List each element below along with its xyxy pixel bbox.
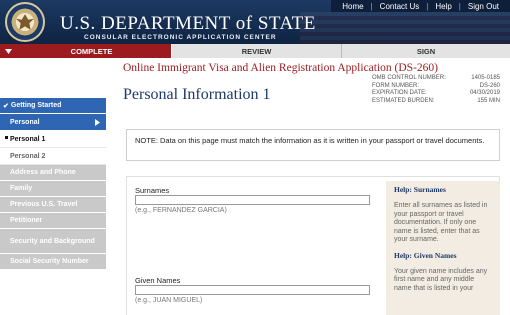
site-header: U.S. DEPARTMENT of STATE CONSULAR ELECTR… bbox=[0, 0, 510, 44]
application-progress: COMPLETE REVIEW SIGN bbox=[0, 44, 510, 58]
home-link[interactable]: Home bbox=[335, 2, 370, 11]
top-links: Home | Contact Us | Help | Sign Out bbox=[331, 0, 510, 12]
sidebar-item-personal-1[interactable]: Personal 1 bbox=[0, 131, 106, 148]
surnames-label: Surnames bbox=[135, 186, 170, 195]
form-title: Online Immigrant Visa and Alien Registra… bbox=[123, 62, 438, 74]
progress-step-complete[interactable]: COMPLETE bbox=[0, 44, 171, 58]
department-title: U.S. DEPARTMENT of STATE bbox=[60, 13, 316, 34]
sidebar-item-previous-travel[interactable]: Previous U.S. Travel bbox=[0, 197, 106, 213]
state-department-seal bbox=[5, 2, 45, 42]
sidebar-item-address-and-phone[interactable]: Address and Phone bbox=[0, 165, 106, 181]
help-link[interactable]: Help bbox=[428, 2, 458, 11]
surnames-hint: (e.g., FERNANDEZ GARCIA) bbox=[135, 207, 227, 214]
help-surnames-text: Enter all surnames as listed in your pas… bbox=[394, 202, 488, 243]
current-page-marker-icon bbox=[5, 136, 8, 139]
surnames-input[interactable] bbox=[135, 195, 370, 205]
checkmark-icon: ✔ bbox=[3, 102, 9, 110]
department-subtitle: CONSULAR ELECTRONIC APPLICATION CENTER bbox=[84, 34, 277, 41]
flag-banner bbox=[300, 12, 510, 44]
passport-note: NOTE: Data on this page must match the i… bbox=[126, 129, 500, 161]
help-panel: Help: Surnames Enter all surnames as lis… bbox=[386, 181, 500, 315]
sidebar-item-petitioner[interactable]: Petitioner bbox=[0, 213, 106, 229]
eagle-icon bbox=[16, 14, 34, 30]
triangle-down-icon bbox=[5, 48, 12, 54]
sign-out-link[interactable]: Sign Out bbox=[461, 2, 506, 11]
sidebar-item-getting-started[interactable]: ✔ Getting Started bbox=[0, 98, 106, 114]
triangle-right-icon bbox=[95, 118, 100, 126]
page-title: Personal Information 1 bbox=[123, 86, 271, 103]
help-surnames-title: Help: Surnames bbox=[394, 185, 446, 194]
help-given-names-text: Your given name includes any first name … bbox=[394, 267, 488, 292]
progress-step-sign[interactable]: SIGN bbox=[341, 44, 510, 58]
given-names-input[interactable] bbox=[135, 285, 370, 295]
given-names-hint: (e.g., JUAN MIGUEL) bbox=[135, 297, 203, 304]
sidebar-item-personal-2[interactable]: Personal 2 bbox=[0, 148, 106, 165]
given-names-label: Given Names bbox=[135, 276, 181, 285]
sidebar-item-social-security-number[interactable]: Social Security Number bbox=[0, 254, 106, 270]
sidebar-item-family[interactable]: Family bbox=[0, 181, 106, 197]
progress-step-review[interactable]: REVIEW bbox=[171, 44, 341, 58]
omb-info: OMB CONTROL NUMBER: 1405-0185 FORM NUMBER… bbox=[372, 75, 500, 104]
section-sidebar: ✔ Getting Started Personal Personal 1 Pe… bbox=[0, 98, 106, 270]
sidebar-item-security-background[interactable]: Security and Background bbox=[0, 229, 106, 254]
sidebar-item-personal[interactable]: Personal bbox=[0, 114, 106, 131]
help-given-names-title: Help: Given Names bbox=[394, 250, 457, 260]
contact-us-link[interactable]: Contact Us bbox=[373, 2, 427, 11]
